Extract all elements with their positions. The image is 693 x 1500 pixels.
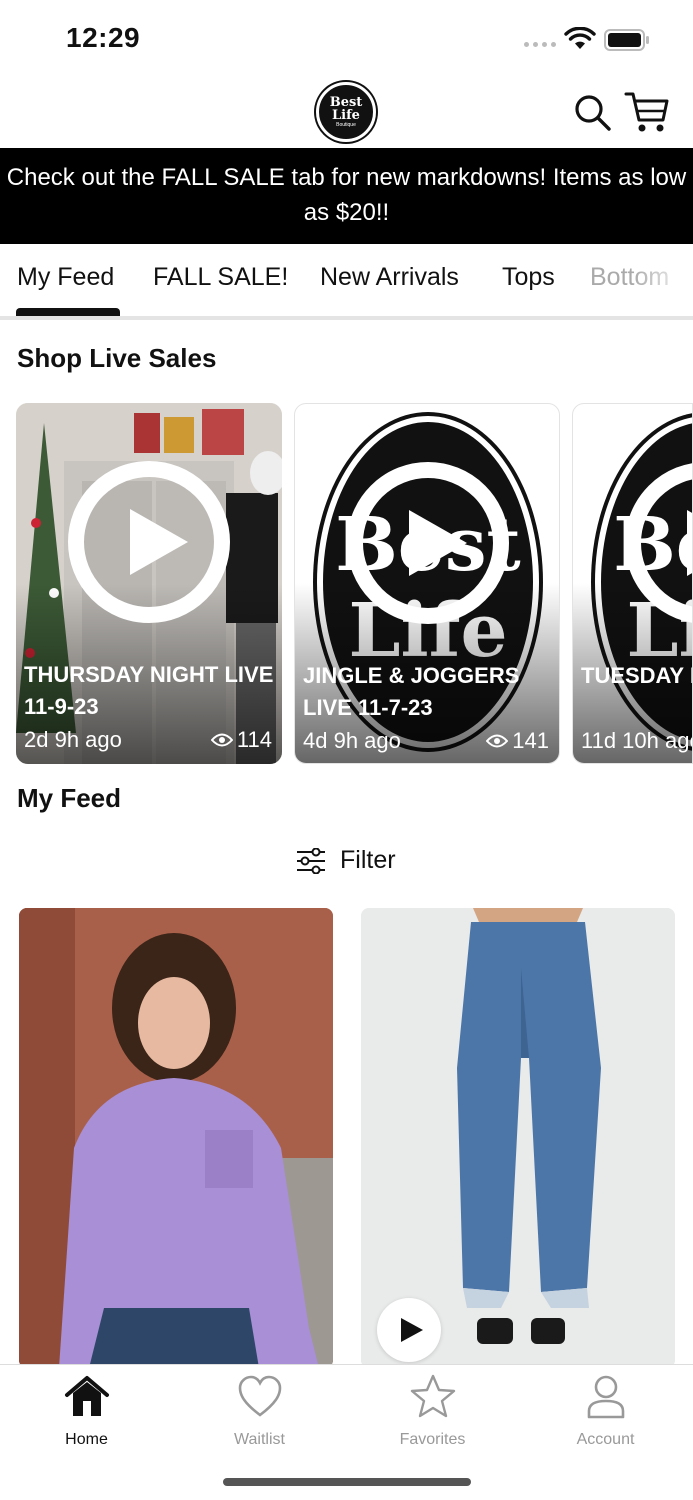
view-count: 114 bbox=[236, 727, 272, 752]
live-sale-age: 4d 9h ago bbox=[303, 728, 401, 753]
live-sales-title: Shop Live Sales bbox=[17, 343, 217, 373]
app-header: Best Life Boutique bbox=[0, 78, 693, 148]
tabs-fade bbox=[633, 244, 693, 316]
person-icon bbox=[587, 1375, 624, 1419]
product-image bbox=[19, 908, 333, 1368]
logo-line-2: Life bbox=[332, 107, 360, 123]
live-sale-age: 2d 9h ago bbox=[24, 727, 122, 752]
feed-title: My Feed bbox=[17, 783, 122, 813]
star-icon bbox=[410, 1374, 455, 1418]
battery-icon bbox=[604, 29, 649, 51]
promo-banner[interactable]: Check out the FALL SALE tab for new mark… bbox=[0, 148, 693, 244]
eye-icon bbox=[486, 734, 509, 748]
view-count: 141 bbox=[512, 728, 549, 753]
live-sale-card[interactable]: BestLife TUESDAY NIGHT LIVE 10-31-23 11d… bbox=[572, 403, 693, 764]
play-icon[interactable] bbox=[347, 462, 509, 624]
live-sale-title: JINGLE & JOGGERS LIVE 11-7-23 bbox=[303, 663, 520, 720]
active-tab-indicator bbox=[16, 308, 120, 316]
home-icon bbox=[64, 1376, 109, 1416]
live-sale-views: 141 bbox=[486, 728, 549, 754]
nav-waitlist-label: Waitlist bbox=[234, 1431, 285, 1448]
tab-my-feed[interactable]: My Feed bbox=[17, 263, 114, 292]
nav-waitlist[interactable]: Waitlist bbox=[173, 1373, 346, 1449]
wifi-icon bbox=[564, 27, 596, 49]
product-card[interactable] bbox=[361, 908, 675, 1368]
filter-button[interactable]: Filter bbox=[296, 846, 396, 875]
play-icon[interactable] bbox=[377, 1298, 441, 1362]
filter-label: Filter bbox=[340, 846, 396, 874]
nav-home-label: Home bbox=[65, 1431, 108, 1448]
play-icon[interactable] bbox=[68, 461, 230, 623]
live-sale-title: THURSDAY NIGHT LIVE 11-9-23 bbox=[24, 662, 274, 719]
signal-icon bbox=[524, 42, 556, 47]
nav-home[interactable]: Home bbox=[0, 1373, 173, 1449]
cart-icon[interactable] bbox=[624, 90, 670, 134]
status-bar: 12:29 bbox=[0, 0, 693, 78]
sliders-icon bbox=[297, 847, 325, 874]
heart-icon bbox=[238, 1375, 281, 1417]
logo-line-1: Best bbox=[329, 94, 363, 110]
brand-logo[interactable]: Best Life Boutique bbox=[316, 82, 376, 142]
live-sale-card[interactable]: THURSDAY NIGHT LIVE 11-9-23 2d 9h ago 11… bbox=[16, 403, 282, 764]
logo-line-3: Boutique bbox=[336, 121, 356, 128]
category-tabs: My Feed FALL SALE! New Arrivals Tops Bot… bbox=[0, 244, 693, 320]
tab-fall-sale[interactable]: FALL SALE! bbox=[153, 263, 288, 292]
nav-favorites[interactable]: Favorites bbox=[346, 1373, 519, 1449]
eye-icon bbox=[210, 733, 233, 747]
status-time: 12:29 bbox=[66, 22, 141, 53]
live-sale-card[interactable]: BestLife JINGLE & JOGGERS LIVE 11-7-23 4… bbox=[294, 403, 560, 764]
nav-account-label: Account bbox=[576, 1431, 635, 1448]
tab-tops[interactable]: Tops bbox=[502, 263, 555, 292]
home-indicator bbox=[223, 1478, 471, 1486]
nav-favorites-label: Favorites bbox=[399, 1431, 466, 1448]
nav-account[interactable]: Account bbox=[519, 1373, 692, 1449]
tab-new-arrivals[interactable]: New Arrivals bbox=[320, 263, 459, 292]
live-sale-age: 11d 10h ago bbox=[581, 728, 693, 753]
live-sale-title: TUESDAY NIGHT LIVE 10-31-23 bbox=[581, 663, 692, 688]
live-sale-views: 114 bbox=[210, 727, 272, 753]
product-card[interactable] bbox=[19, 908, 333, 1368]
search-icon[interactable] bbox=[572, 92, 612, 132]
